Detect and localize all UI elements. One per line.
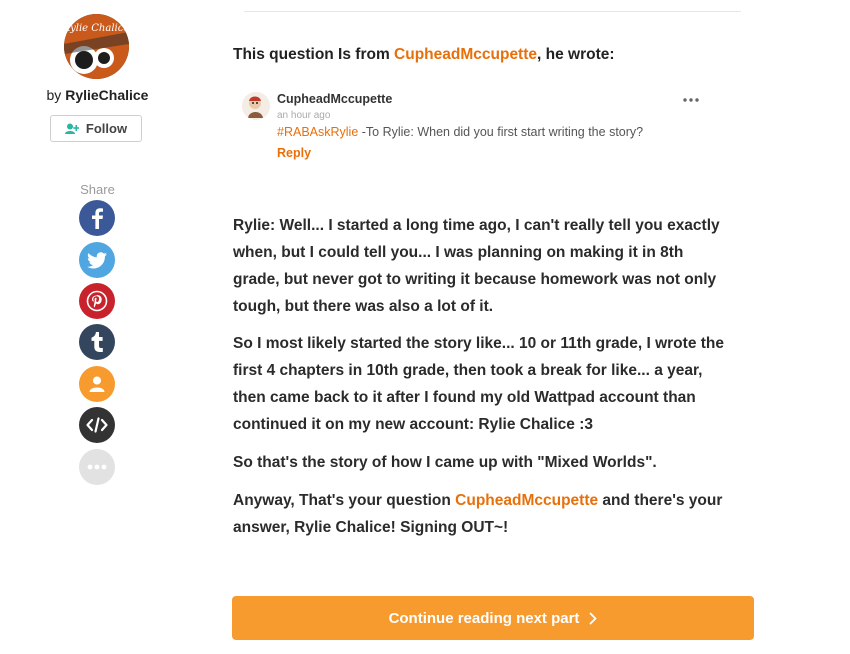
follow-button[interactable]: Follow	[50, 115, 142, 142]
facebook-icon	[92, 208, 103, 229]
author-byline: by RylieChalice	[0, 87, 195, 103]
byline-prefix: by	[46, 87, 62, 103]
add-user-icon	[64, 123, 79, 134]
twitter-icon	[87, 251, 107, 268]
comment-body: -To Rylie: When did you first start writ…	[358, 125, 644, 139]
tumblr-icon	[91, 332, 103, 352]
continue-reading-button[interactable]: Continue reading next part	[232, 596, 754, 640]
avatar-logo-text: Rylie Chalice	[64, 23, 129, 34]
reply-button[interactable]: Reply	[277, 146, 311, 160]
story-paragraph-2: So I most likely started the story like.…	[233, 335, 724, 433]
share-pinterest-button[interactable]	[79, 283, 115, 319]
story-paragraph-3: So that's the story of how I came up wit…	[233, 454, 657, 471]
p4-prefix: Anyway, That's your question	[233, 492, 456, 509]
continue-label: Continue reading next part	[388, 609, 580, 627]
story-paragraph-4: Anyway, That's your question CupheadMccu…	[233, 487, 733, 541]
share-profile-button[interactable]	[79, 366, 115, 402]
author-name-link[interactable]: RylieChalice	[65, 87, 148, 103]
chevron-right-icon	[590, 612, 597, 624]
comment-text: #RABAskRylie -To Rylie: When did you fir…	[277, 125, 643, 139]
avatar-image: Rylie Chalice	[64, 14, 129, 79]
person-icon	[89, 376, 105, 392]
commenter-username[interactable]: CupheadMccupette	[277, 92, 392, 106]
question-intro: This question Is from CupheadMccupette, …	[233, 46, 615, 64]
top-divider	[244, 11, 741, 12]
share-embed-button[interactable]	[79, 407, 115, 443]
intro-suffix: , he wrote:	[537, 46, 615, 63]
commenter-avatar[interactable]	[242, 92, 270, 120]
share-twitter-button[interactable]	[79, 242, 115, 278]
intro-prefix: This question Is from	[233, 46, 395, 63]
comment-options-icon[interactable]	[682, 96, 700, 104]
code-icon	[86, 417, 108, 433]
more-icon	[87, 464, 107, 470]
commenter-avatar-image	[242, 92, 270, 120]
share-tumblr-button[interactable]	[79, 324, 115, 360]
comment-hashtag-link[interactable]: #RABAskRylie	[277, 125, 358, 139]
author-sidebar: Rylie Chalice by RylieChalice Follow Sha…	[0, 0, 195, 654]
pinterest-icon	[86, 290, 108, 312]
share-facebook-button[interactable]	[79, 200, 115, 236]
p4-user-link[interactable]: CupheadMccupette	[455, 492, 598, 509]
comment-timestamp: an hour ago	[277, 110, 331, 121]
author-avatar[interactable]: Rylie Chalice	[64, 14, 129, 79]
share-more-button[interactable]	[79, 449, 115, 485]
intro-user-link[interactable]: CupheadMccupette	[394, 46, 537, 63]
quoted-comment: CupheadMccupette an hour ago #RABAskRyli…	[242, 90, 712, 170]
share-label: Share	[80, 182, 115, 197]
follow-label: Follow	[85, 121, 128, 136]
story-paragraph-1: Rylie: Well... I started a long time ago…	[233, 217, 720, 315]
